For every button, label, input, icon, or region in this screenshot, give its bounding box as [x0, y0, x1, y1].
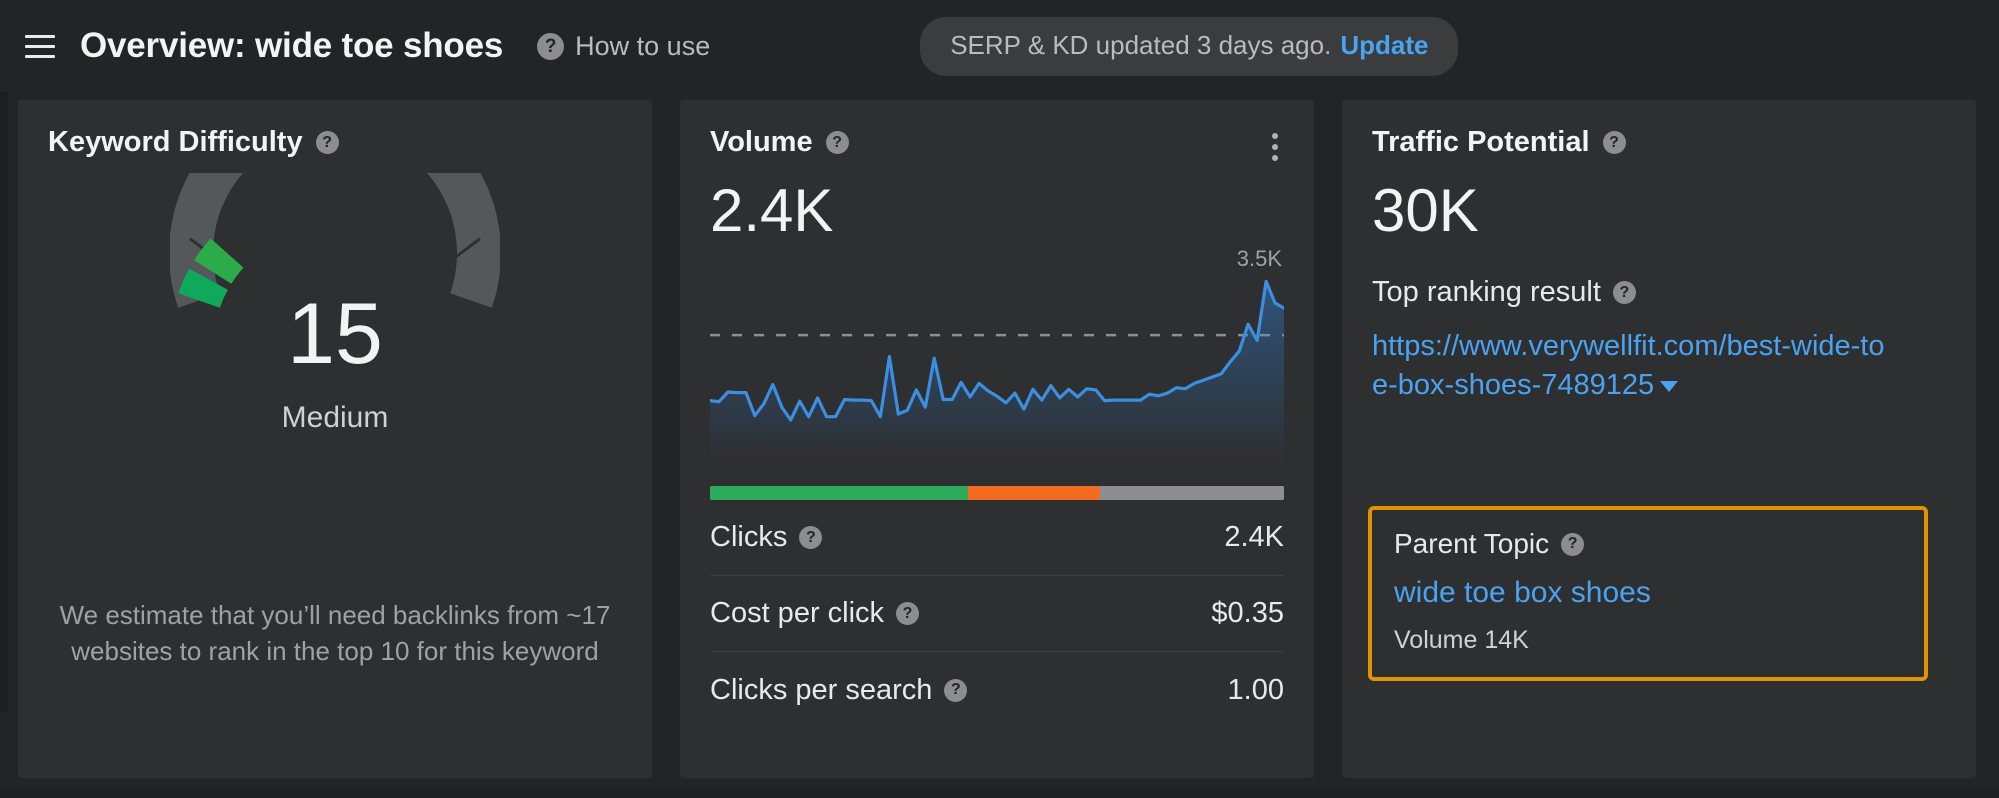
metric-name: Cost per click [710, 597, 884, 630]
metric-name: Clicks [710, 521, 787, 554]
tp-title: Traffic Potential [1372, 126, 1590, 159]
kd-gauge: 15 Medium [48, 173, 622, 503]
volume-title: Volume [710, 126, 813, 159]
volume-metrics-list: Clicks? 2.4K Cost per click? $0.35 Clicks pe… [710, 500, 1284, 728]
metric-row: Clicks? 2.4K [710, 500, 1284, 576]
metric-value: 1.00 [1228, 674, 1284, 707]
serp-update-pill[interactable]: SERP & KD updated 3 days ago. Update [920, 17, 1458, 76]
kd-title: Keyword Difficulty [48, 126, 303, 159]
page-title: Overview: wide toe shoes [80, 26, 503, 66]
tp-value: 30K [1372, 179, 1946, 242]
question-mark-icon[interactable]: ? [944, 679, 967, 702]
kd-rating: Medium [48, 401, 622, 435]
parent-topic-box: Parent Topic ? wide toe box shoes Volume… [1368, 506, 1928, 681]
update-button[interactable]: Update [1340, 30, 1428, 61]
top-ranking-label: Top ranking result [1372, 276, 1601, 309]
question-mark-icon[interactable]: ? [826, 131, 849, 154]
chevron-down-icon[interactable] [1660, 381, 1678, 392]
question-mark-icon: ? [537, 33, 564, 60]
volume-value: 2.4K [710, 179, 1284, 242]
question-mark-icon[interactable]: ? [1561, 533, 1584, 556]
metric-label-group: Clicks per search? [710, 674, 967, 707]
kebab-menu-icon[interactable] [1262, 130, 1288, 164]
left-rail [0, 92, 8, 712]
kd-note: We estimate that you’ll need backlinks f… [48, 598, 622, 670]
metric-name: Clicks per search [710, 674, 932, 707]
how-to-use-link[interactable]: ? How to use [537, 31, 710, 62]
question-mark-icon[interactable]: ? [896, 602, 919, 625]
volume-sparkline: 3.5K [710, 246, 1284, 474]
parent-topic-keyword-link[interactable]: wide toe box shoes [1394, 576, 1902, 610]
question-mark-icon[interactable]: ? [1613, 281, 1636, 304]
kd-card-header: Keyword Difficulty ? [48, 126, 622, 159]
metric-cards: Keyword Difficulty ? [18, 100, 1976, 778]
bottom-strip [0, 788, 1999, 798]
share-bar-orange-segment [968, 486, 1100, 500]
top-ranking-result-row: Top ranking result ? [1372, 276, 1946, 309]
top-ranking-url-text: https://www.verywellfit.com/best-wide-to… [1372, 330, 1884, 401]
question-mark-icon[interactable]: ? [799, 526, 822, 549]
question-mark-icon[interactable]: ? [316, 131, 339, 154]
hamburger-menu-icon[interactable] [18, 24, 62, 68]
top-ranking-url[interactable]: https://www.verywellfit.com/best-wide-to… [1372, 327, 1892, 405]
metric-value: 2.4K [1224, 521, 1284, 554]
metric-label-group: Clicks? [710, 521, 822, 554]
clicks-share-bar [710, 486, 1284, 500]
app-root: Overview: wide toe shoes ? How to use SE… [0, 0, 1999, 798]
kd-value: 15 [48, 291, 622, 377]
metric-row: Clicks per search? 1.00 [710, 652, 1284, 728]
volume-card: Volume ? 2.4K 3.5K [680, 100, 1314, 778]
keyword-difficulty-card: Keyword Difficulty ? [18, 100, 652, 778]
traffic-potential-card: Traffic Potential ? 30K Top ranking resu… [1342, 100, 1976, 778]
update-notice-text: SERP & KD updated 3 days ago. [950, 30, 1331, 61]
volume-card-header: Volume ? [710, 126, 1284, 159]
share-bar-grey-segment [1100, 486, 1284, 500]
app-header: Overview: wide toe shoes ? How to use SE… [0, 0, 1999, 92]
metric-row: Cost per click? $0.35 [710, 576, 1284, 652]
how-to-use-label: How to use [575, 31, 710, 62]
tp-card-header: Traffic Potential ? [1372, 126, 1946, 159]
metric-value: $0.35 [1211, 597, 1284, 630]
parent-topic-header: Parent Topic ? [1394, 528, 1902, 560]
share-bar-green-segment [710, 486, 968, 500]
sparkline-svg [710, 268, 1284, 468]
parent-topic-title: Parent Topic [1394, 528, 1549, 560]
metric-label-group: Cost per click? [710, 597, 919, 630]
parent-topic-volume: Volume 14K [1394, 626, 1902, 655]
question-mark-icon[interactable]: ? [1603, 131, 1626, 154]
sparkline-area [710, 281, 1284, 464]
